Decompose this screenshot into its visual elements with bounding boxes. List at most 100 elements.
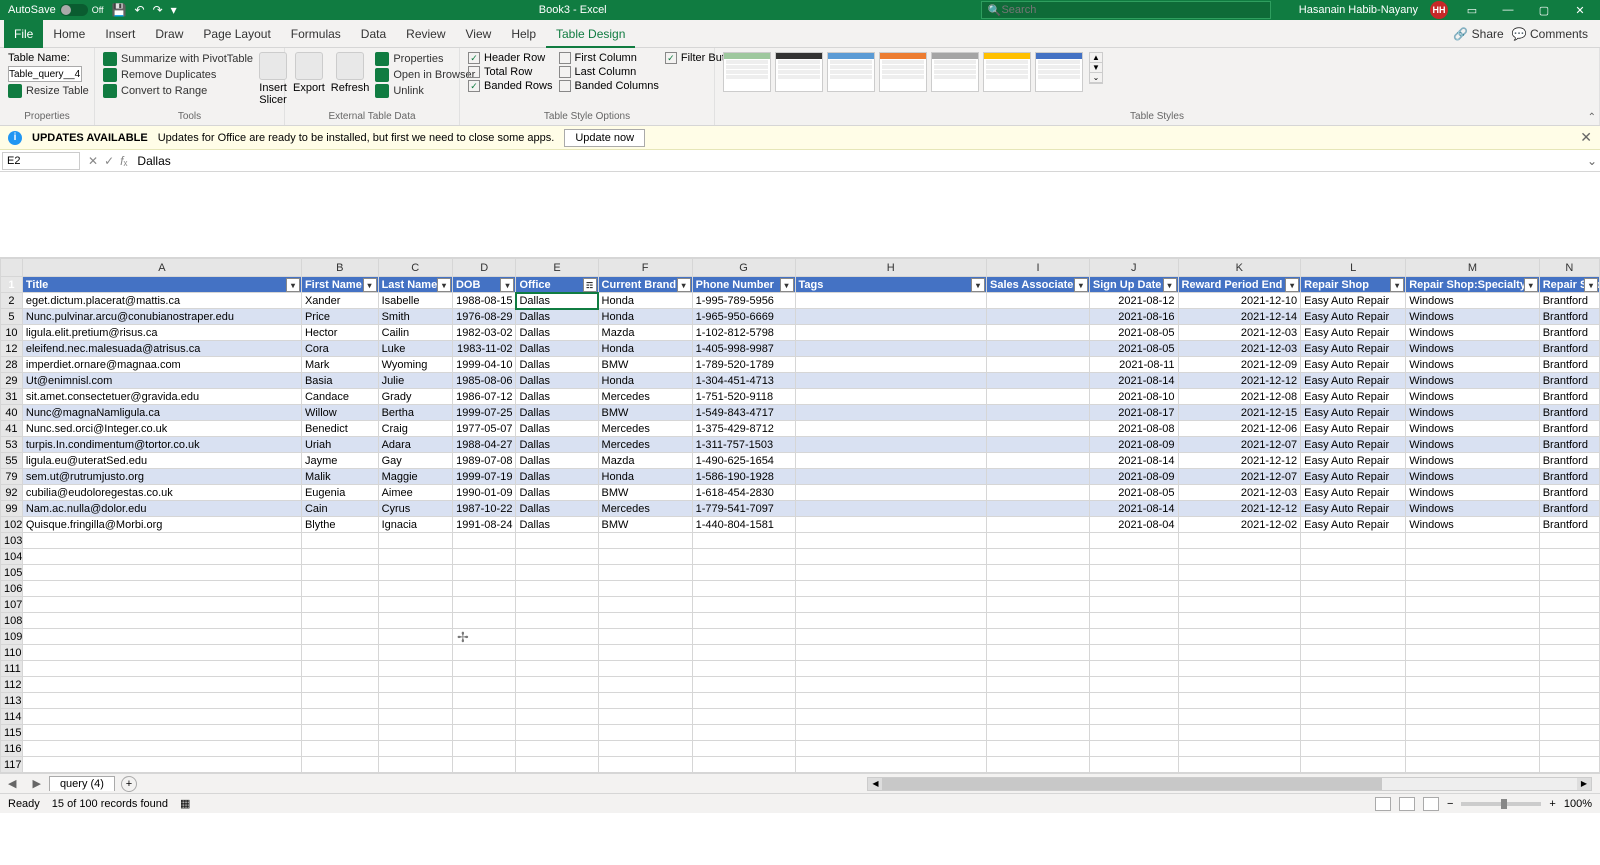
cell[interactable]: Luke	[378, 341, 452, 357]
cell[interactable]: Brantford	[1539, 357, 1599, 373]
cell[interactable]: 2021-08-04	[1089, 517, 1178, 533]
cell[interactable]: Cailin	[378, 325, 452, 341]
cell[interactable]: Easy Auto Repair	[1301, 421, 1406, 437]
cell[interactable]	[598, 565, 692, 581]
cell[interactable]: Adara	[378, 437, 452, 453]
column-header[interactable]: C	[378, 259, 452, 277]
cell[interactable]	[1539, 533, 1599, 549]
cell[interactable]: Easy Auto Repair	[1301, 293, 1406, 309]
cell[interactable]	[795, 533, 987, 549]
cell[interactable]	[378, 725, 452, 741]
total-row-checkbox[interactable]: Total Row	[468, 66, 553, 78]
cell[interactable]	[987, 725, 1090, 741]
cell[interactable]: 1991-08-24	[452, 517, 515, 533]
cell[interactable]: ligula.eu@uteratSed.edu	[22, 453, 301, 469]
cell[interactable]: 2021-08-05	[1089, 325, 1178, 341]
cell[interactable]	[1539, 741, 1599, 757]
cell[interactable]: Nam.ac.nulla@dolor.edu	[22, 501, 301, 517]
column-header[interactable]: B	[301, 259, 378, 277]
tab-view[interactable]: View	[456, 20, 502, 48]
cell[interactable]	[795, 629, 987, 645]
cell[interactable]	[987, 501, 1090, 517]
cell[interactable]: BMW	[598, 405, 692, 421]
cell[interactable]: Windows	[1406, 421, 1540, 437]
page-layout-view-button[interactable]	[1399, 797, 1415, 811]
cell[interactable]	[987, 485, 1090, 501]
cell[interactable]	[22, 565, 301, 581]
cell[interactable]	[1089, 677, 1178, 693]
cell[interactable]	[22, 757, 301, 773]
row-header[interactable]: 117	[1, 757, 23, 773]
cell[interactable]: 2021-12-12	[1178, 453, 1301, 469]
update-now-button[interactable]: Update now	[564, 129, 645, 147]
cell[interactable]: Windows	[1406, 517, 1540, 533]
cell[interactable]	[452, 677, 515, 693]
minimize-icon[interactable]: —	[1496, 4, 1520, 16]
tab-file[interactable]: File	[4, 20, 43, 48]
cell[interactable]: Nunc@magnaNamligula.ca	[22, 405, 301, 421]
cell[interactable]	[692, 693, 795, 709]
cell[interactable]: 2021-12-07	[1178, 437, 1301, 453]
export-button[interactable]: Export	[293, 52, 325, 94]
cell[interactable]	[795, 309, 987, 325]
cell[interactable]	[1089, 757, 1178, 773]
tab-help[interactable]: Help	[501, 20, 546, 48]
cell[interactable]	[1089, 549, 1178, 565]
cell[interactable]: Honda	[598, 309, 692, 325]
cell[interactable]	[1406, 645, 1540, 661]
cell[interactable]	[452, 613, 515, 629]
cell[interactable]	[301, 549, 378, 565]
cell[interactable]: 1-304-451-4713	[692, 373, 795, 389]
cell[interactable]: eleifend.nec.malesuada@atrisus.ca	[22, 341, 301, 357]
cell[interactable]: Nunc.sed.orci@Integer.co.uk	[22, 421, 301, 437]
cell[interactable]: Basia	[301, 373, 378, 389]
cell[interactable]	[378, 677, 452, 693]
cell[interactable]	[1178, 661, 1301, 677]
cell[interactable]: 1999-07-19	[452, 469, 515, 485]
cell[interactable]	[516, 725, 598, 741]
cell[interactable]: Easy Auto Repair	[1301, 309, 1406, 325]
cell[interactable]: Dallas	[516, 485, 598, 501]
cell[interactable]	[22, 597, 301, 613]
enter-formula-icon[interactable]: ✓	[104, 154, 114, 168]
cell[interactable]: Xander	[301, 293, 378, 309]
cell[interactable]: 2021-08-17	[1089, 405, 1178, 421]
row-header[interactable]: 107	[1, 597, 23, 613]
cell[interactable]	[1301, 533, 1406, 549]
cell[interactable]	[795, 709, 987, 725]
row-header[interactable]: 115	[1, 725, 23, 741]
cell[interactable]	[795, 725, 987, 741]
macro-record-icon[interactable]: ▦	[180, 797, 190, 810]
cell[interactable]	[795, 741, 987, 757]
cell[interactable]	[1539, 645, 1599, 661]
column-header[interactable]: F	[598, 259, 692, 277]
cell[interactable]	[795, 389, 987, 405]
cell[interactable]: 2021-12-03	[1178, 325, 1301, 341]
select-all-corner[interactable]	[1, 259, 23, 277]
cell[interactable]	[516, 757, 598, 773]
cell[interactable]: 1-586-190-1928	[692, 469, 795, 485]
cell[interactable]	[1178, 597, 1301, 613]
cell[interactable]: 2021-12-08	[1178, 389, 1301, 405]
cell[interactable]	[692, 661, 795, 677]
cell[interactable]	[1301, 677, 1406, 693]
cell[interactable]	[692, 533, 795, 549]
insert-function-icon[interactable]: fₓ	[120, 154, 127, 168]
cell[interactable]	[692, 757, 795, 773]
cell[interactable]: Dallas	[516, 357, 598, 373]
table-style-swatch[interactable]	[931, 52, 979, 92]
row-header[interactable]: 41	[1, 421, 23, 437]
cell[interactable]	[516, 629, 598, 645]
row-header[interactable]: 40	[1, 405, 23, 421]
cell[interactable]	[301, 725, 378, 741]
cell[interactable]	[1178, 725, 1301, 741]
last-column-checkbox[interactable]: Last Column	[559, 66, 659, 78]
cell[interactable]: Mazda	[598, 325, 692, 341]
cell[interactable]: Brantford	[1539, 309, 1599, 325]
cell[interactable]: Dallas	[516, 517, 598, 533]
cell[interactable]	[1301, 549, 1406, 565]
cell[interactable]: Ignacia	[378, 517, 452, 533]
cell[interactable]	[1406, 629, 1540, 645]
cell[interactable]: 1990-01-09	[452, 485, 515, 501]
cell[interactable]	[516, 597, 598, 613]
